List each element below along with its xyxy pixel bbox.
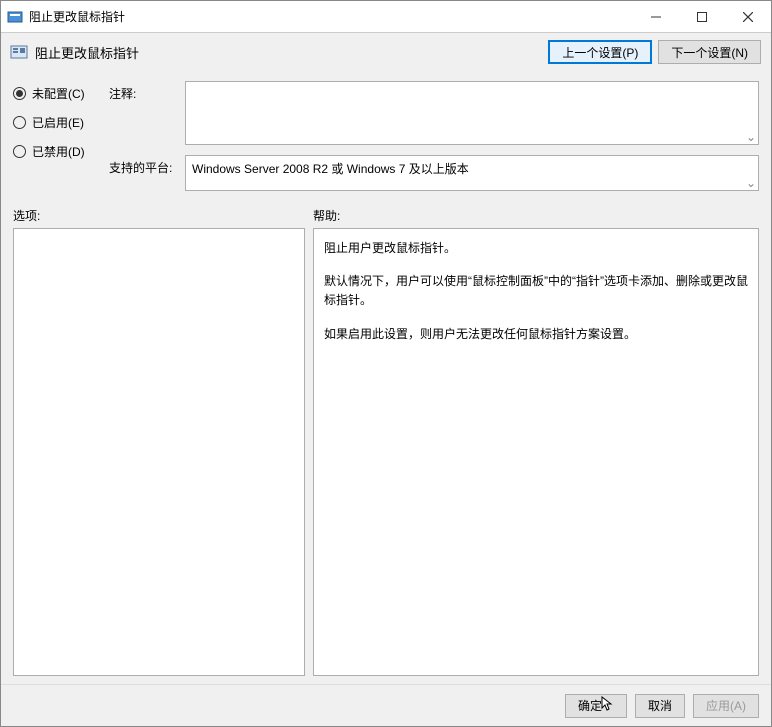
- help-label: 帮助:: [313, 207, 759, 224]
- scroll-down-icon[interactable]: ⌄: [746, 176, 756, 190]
- radio-disabled[interactable]: 已禁用(D): [13, 143, 109, 160]
- ok-label: 确定: [578, 697, 602, 714]
- help-paragraph: 阻止用户更改鼠标指针。: [324, 239, 748, 258]
- cancel-button[interactable]: 取消: [635, 694, 685, 718]
- titlebar: 阻止更改鼠标指针: [1, 1, 771, 33]
- field-column: 注释: ⌄ 支持的平台: Windows Server 2008 R2 或 Wi…: [109, 81, 759, 191]
- header-row: 阻止更改鼠标指针 上一个设置(P) 下一个设置(N): [1, 33, 771, 67]
- comment-label: 注释:: [109, 81, 181, 145]
- radio-label: 已禁用(D): [32, 143, 85, 160]
- help-pane: 阻止用户更改鼠标指针。 默认情况下，用户可以使用“鼠标控制面板”中的“指针”选项…: [313, 228, 759, 676]
- radio-not-configured[interactable]: 未配置(C): [13, 85, 109, 102]
- platform-value: Windows Server 2008 R2 或 Windows 7 及以上版本: [192, 162, 469, 176]
- help-paragraph: 如果启用此设置，则用户无法更改任何鼠标指针方案设置。: [324, 325, 748, 344]
- window-controls: [633, 1, 771, 32]
- content-panes: 阻止用户更改鼠标指针。 默认情况下，用户可以使用“鼠标控制面板”中的“指针”选项…: [1, 228, 771, 684]
- radio-label: 未配置(C): [32, 85, 85, 102]
- help-paragraph: 默认情况下，用户可以使用“鼠标控制面板”中的“指针”选项卡添加、删除或更改鼠标指…: [324, 272, 748, 310]
- platform-label: 支持的平台:: [109, 155, 181, 191]
- dialog-footer: 确定 取消 应用(A): [1, 684, 771, 726]
- radio-dot-icon: [13, 87, 26, 100]
- options-label: 选项:: [13, 207, 313, 224]
- next-setting-button[interactable]: 下一个设置(N): [658, 40, 761, 64]
- comment-row: 注释: ⌄: [109, 81, 759, 145]
- previous-setting-button[interactable]: 上一个设置(P): [548, 40, 652, 64]
- app-icon: [7, 9, 23, 25]
- nav-buttons: 上一个设置(P) 下一个设置(N): [548, 40, 761, 64]
- config-area: 未配置(C) 已启用(E) 已禁用(D) 注释: ⌄ 支持的平台:: [1, 67, 771, 199]
- options-pane: [13, 228, 305, 676]
- close-button[interactable]: [725, 1, 771, 32]
- radio-dot-icon: [13, 145, 26, 158]
- ok-button[interactable]: 确定: [565, 694, 627, 718]
- radio-dot-icon: [13, 116, 26, 129]
- platform-row: 支持的平台: Windows Server 2008 R2 或 Windows …: [109, 155, 759, 191]
- policy-title: 阻止更改鼠标指针: [35, 43, 548, 62]
- scroll-down-icon[interactable]: ⌄: [746, 130, 756, 144]
- gpo-editor-window: 阻止更改鼠标指针 阻止更改鼠标指针 上一个设置(P) 下一个设置(N): [0, 0, 772, 727]
- platform-textbox: Windows Server 2008 R2 或 Windows 7 及以上版本…: [185, 155, 759, 191]
- maximize-button[interactable]: [679, 1, 725, 32]
- radio-enabled[interactable]: 已启用(E): [13, 114, 109, 131]
- apply-button: 应用(A): [693, 694, 759, 718]
- section-labels: 选项: 帮助:: [1, 199, 771, 228]
- policy-icon: [9, 42, 29, 62]
- cursor-icon: [600, 696, 614, 715]
- radio-label: 已启用(E): [32, 114, 84, 131]
- window-title: 阻止更改鼠标指针: [29, 8, 633, 25]
- comment-textbox[interactable]: ⌄: [185, 81, 759, 145]
- state-radio-group: 未配置(C) 已启用(E) 已禁用(D): [13, 81, 109, 191]
- minimize-button[interactable]: [633, 1, 679, 32]
